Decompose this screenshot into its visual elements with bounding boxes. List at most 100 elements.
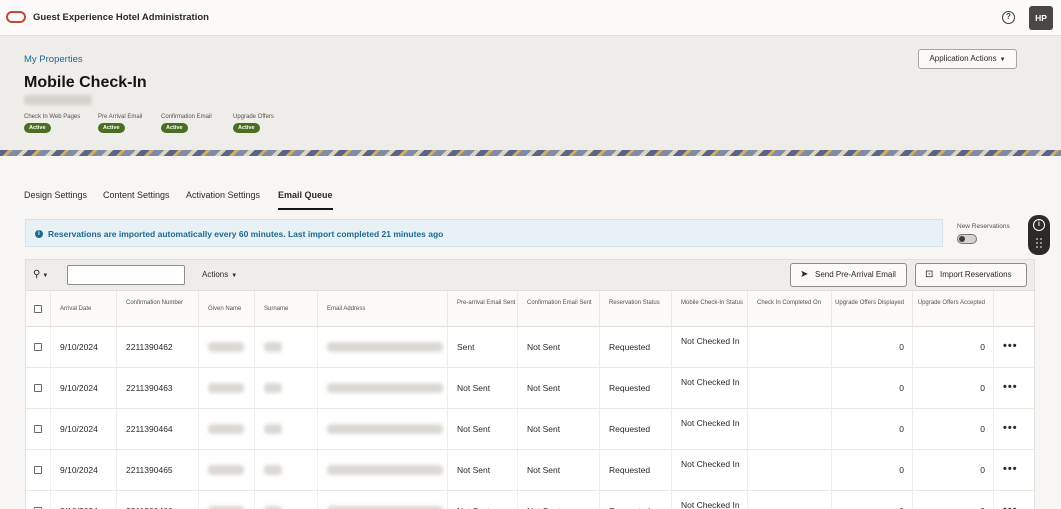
col-given-name[interactable]: Given Name: [199, 291, 255, 327]
col-reservation-status[interactable]: Reservation Status: [600, 291, 672, 327]
cell-surname-redacted: [255, 491, 318, 509]
application-actions-button[interactable]: Application Actions ▼: [918, 49, 1017, 69]
import-icon: ⊡: [925, 269, 934, 280]
cell-upgrade-offers-accepted: 0: [913, 450, 994, 491]
cell-mobile-check-in-status: Not Checked In: [672, 450, 748, 491]
col-surname[interactable]: Surname: [255, 291, 318, 327]
select-all-checkbox[interactable]: [34, 305, 42, 313]
cell-upgrade-offers-accepted: 0: [913, 368, 994, 409]
table-row[interactable]: 9/10/2024 2211390464 Not Sent Not Sent R…: [26, 409, 1034, 450]
col-row-actions: [994, 291, 1034, 327]
redacted-text: [327, 383, 443, 393]
user-avatar[interactable]: HP: [1029, 6, 1053, 30]
redacted-text: [208, 383, 244, 393]
cell-reservation-status: Requested: [600, 409, 672, 450]
row-checkbox[interactable]: [34, 425, 42, 433]
row-checkbox[interactable]: [34, 343, 42, 351]
row-select-cell: [26, 327, 51, 368]
cell-upgrade-offers-displayed: 0: [832, 327, 913, 368]
cell-arrival-date: 9/10/2024: [51, 327, 117, 368]
cell-arrival-date: 9/10/2024: [51, 409, 117, 450]
oracle-logo-icon[interactable]: [6, 11, 26, 23]
col-confirmation-number[interactable]: Confirmation Number: [117, 291, 199, 327]
cell-upgrade-offers-displayed: 0: [832, 491, 913, 509]
cell-email-redacted: [318, 327, 448, 368]
cell-pre-arrival-email-sent: Sent: [448, 327, 518, 368]
cell-check-in-completed-on: [748, 409, 832, 450]
redacted-text: [327, 424, 443, 434]
more-actions-icon[interactable]: •••: [1003, 463, 1018, 475]
row-select-cell: [26, 450, 51, 491]
tab-activation-settings[interactable]: Activation Settings: [186, 190, 260, 200]
table-header-row: Arrival Date Confirmation Number Given N…: [26, 291, 1034, 327]
cell-confirmation-email-sent: Not Sent: [518, 368, 600, 409]
assistant-widget[interactable]: i: [1028, 215, 1050, 255]
more-actions-icon[interactable]: •••: [1003, 504, 1018, 509]
cell-arrival-date: 9/10/2024: [51, 491, 117, 509]
cell-confirmation-number: 2211390464: [117, 409, 199, 450]
cell-confirmation-email-sent: Not Sent: [518, 450, 600, 491]
col-mobile-check-in-status[interactable]: Mobile Check-In Status: [672, 291, 748, 327]
cell-email-redacted: [318, 450, 448, 491]
more-actions-icon[interactable]: •••: [1003, 381, 1018, 393]
breadcrumb-my-properties[interactable]: My Properties: [24, 54, 83, 65]
actions-menu-button[interactable]: Actions ▼: [202, 270, 237, 279]
help-icon[interactable]: ?: [1002, 11, 1015, 24]
tab-email-queue[interactable]: Email Queue: [278, 190, 333, 200]
cell-check-in-completed-on: [748, 450, 832, 491]
table-row[interactable]: 9/10/2024 2211390463 Not Sent Not Sent R…: [26, 368, 1034, 409]
search-input[interactable]: [67, 265, 185, 285]
cell-surname-redacted: [255, 409, 318, 450]
row-checkbox[interactable]: [34, 466, 42, 474]
col-pre-arrival-email-sent[interactable]: Pre-arrival Email Sent: [448, 291, 518, 327]
page-title: Mobile Check-In: [24, 74, 147, 91]
cell-surname-redacted: [255, 327, 318, 368]
status-label: Confirmation Email: [161, 114, 212, 120]
property-name-redacted: [24, 95, 92, 105]
cell-mobile-check-in-status: Not Checked In: [672, 368, 748, 409]
row-select-cell: [26, 368, 51, 409]
more-actions-icon[interactable]: •••: [1003, 422, 1018, 434]
col-upgrade-offers-displayed[interactable]: Upgrade Offers Displayed: [832, 291, 913, 327]
actions-menu-label: Actions: [202, 270, 229, 279]
cell-email-redacted: [318, 409, 448, 450]
col-upgrade-offers-accepted[interactable]: Upgrade Offers Accepted: [913, 291, 994, 327]
col-confirmation-email-sent[interactable]: Confirmation Email Sent: [518, 291, 600, 327]
more-actions-icon[interactable]: •••: [1003, 340, 1018, 352]
redacted-text: [264, 424, 282, 434]
table-row[interactable]: 9/10/2024 2211390462 Sent Not Sent Reque…: [26, 327, 1034, 368]
new-reservations-toggle[interactable]: [957, 234, 977, 244]
tab-content-settings[interactable]: Content Settings: [103, 190, 170, 200]
table-toolbar: ⚲ ▼ Actions ▼ ➤ Send Pre-Arrival Email ⊡ Imp…: [25, 259, 1035, 291]
redacted-text: [208, 465, 244, 475]
status-upgrade-offers: Upgrade Offers Active: [233, 114, 274, 133]
table-row[interactable]: 9/10/2024 2211390465 Not Sent Not Sent R…: [26, 450, 1034, 491]
row-select-cell: [26, 409, 51, 450]
send-pre-arrival-email-button[interactable]: ➤ Send Pre-Arrival Email: [790, 263, 907, 287]
col-check-in-completed-on[interactable]: Check In Completed On: [748, 291, 832, 327]
cell-reservation-status: Requested: [600, 450, 672, 491]
status-label: Check In Web Pages: [24, 114, 81, 120]
col-email-address[interactable]: Email Address: [318, 291, 448, 327]
cell-upgrade-offers-accepted: 0: [913, 409, 994, 450]
import-reservations-button[interactable]: ⊡ Import Reservations: [915, 263, 1027, 287]
redacted-text: [327, 465, 443, 475]
status-badge: Active: [233, 123, 260, 133]
cell-confirmation-email-sent: Not Sent: [518, 491, 600, 509]
cell-pre-arrival-email-sent: Not Sent: [448, 368, 518, 409]
tab-design-settings[interactable]: Design Settings: [24, 190, 87, 200]
row-checkbox[interactable]: [34, 384, 42, 392]
cell-pre-arrival-email-sent: Not Sent: [448, 450, 518, 491]
search-menu-button[interactable]: ⚲ ▼: [33, 269, 48, 280]
col-arrival-date[interactable]: Arrival Date: [51, 291, 117, 327]
status-label: Upgrade Offers: [233, 114, 274, 120]
status-label: Pre Arrival Email: [98, 114, 143, 120]
cell-upgrade-offers-displayed: 0: [832, 368, 913, 409]
status-check-in-web-pages: Check In Web Pages Active: [24, 114, 80, 133]
table-row[interactable]: 9/10/2024 2211390466 Not Sent Not Sent R…: [26, 491, 1034, 509]
email-queue-table: Arrival Date Confirmation Number Given N…: [25, 291, 1035, 509]
send-icon: ➤: [800, 269, 809, 280]
cell-mobile-check-in-status: Not Checked In: [672, 327, 748, 368]
status-badge: Active: [98, 123, 125, 133]
cell-confirmation-number: 2211390463: [117, 368, 199, 409]
